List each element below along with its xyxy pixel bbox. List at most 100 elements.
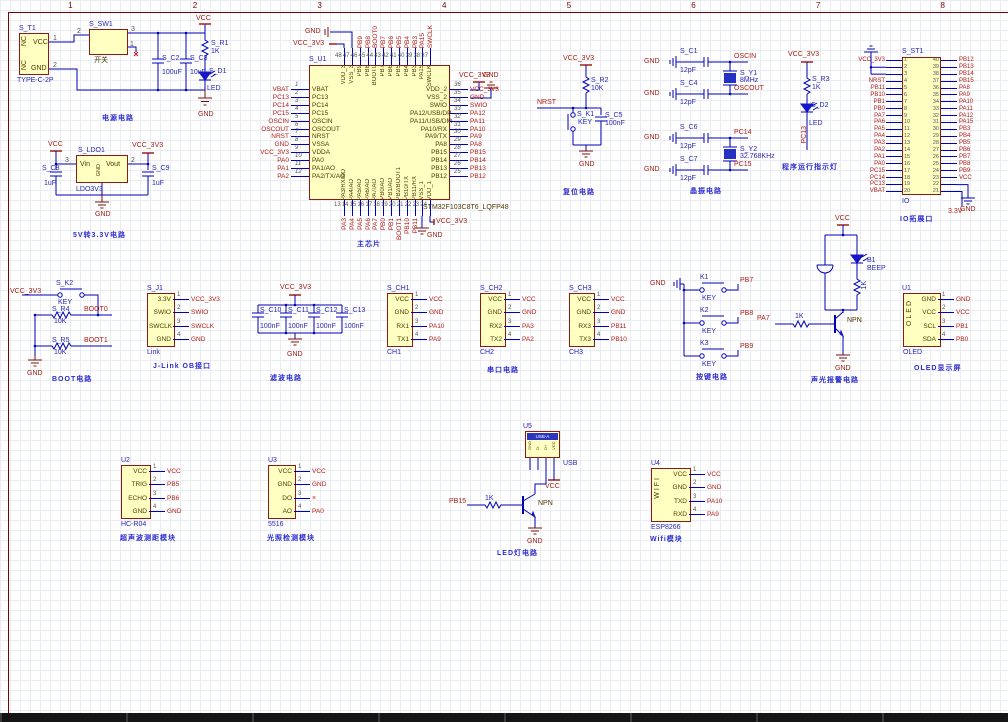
net-label: GND bbox=[429, 309, 444, 317]
component-value: 1K bbox=[485, 495, 494, 502]
pin-row: PA3 13 bbox=[858, 140, 910, 147]
net-label: VCC bbox=[956, 309, 970, 317]
component-value: KEY bbox=[58, 299, 73, 306]
pin-name: GND bbox=[576, 309, 591, 317]
pin-number: 26 bbox=[932, 153, 939, 160]
pin-row: SDA 4 PB0 bbox=[905, 332, 970, 346]
mcu-bottom-pins: PA3/RX/AO 13 PA3 PA4/AO 14 PA4 PA5/AO 15… bbox=[334, 164, 435, 257]
pin-number: 28 bbox=[454, 145, 461, 152]
designator: U4 bbox=[651, 460, 660, 467]
net-label: PA1 bbox=[277, 164, 289, 172]
pin-column: PB2/BOOT1 20 BOOT1 bbox=[389, 164, 404, 257]
pin-number: 35 bbox=[932, 91, 939, 98]
pin-name: PB2/BOOT1 bbox=[395, 166, 402, 200]
pin-row: TXD 3 PA10 bbox=[653, 494, 722, 508]
pin-stub bbox=[941, 108, 957, 110]
pin-name: Vout bbox=[106, 161, 121, 168]
net-label: GND bbox=[522, 309, 537, 317]
pin-name: GND bbox=[921, 296, 936, 304]
pin-name: PB6 bbox=[388, 65, 395, 77]
pin-number: 2 bbox=[53, 62, 57, 69]
pin-column: PB5 41 PB5 bbox=[390, 24, 404, 108]
net-label: PA9 bbox=[429, 336, 441, 344]
pin-number: 15 bbox=[904, 153, 911, 160]
designator: S_C12 bbox=[316, 307, 338, 314]
pin-name: PC13 bbox=[312, 94, 329, 102]
pin-name: RX1 bbox=[396, 322, 409, 330]
component-value: 100nF bbox=[316, 323, 336, 330]
pin-name: BOOT0 bbox=[372, 65, 379, 86]
pin-stub bbox=[886, 66, 902, 68]
net-label: PB7 bbox=[380, 35, 388, 48]
pin-number: 19 bbox=[904, 181, 911, 188]
pin-number: 42 bbox=[382, 53, 389, 59]
pin-number: 3 bbox=[295, 98, 299, 105]
pin-column: PB10/TX 21 PB10 bbox=[397, 164, 412, 257]
pin-row: PC13 19 bbox=[858, 181, 910, 188]
designator: S_CH3 bbox=[569, 285, 592, 292]
pin-number: 34 bbox=[932, 98, 939, 105]
pin-stub bbox=[941, 149, 957, 151]
net-label: PB14 bbox=[470, 157, 486, 165]
pin-stub bbox=[886, 156, 902, 158]
pin-column: PA5/AO 15 PA5 bbox=[350, 164, 365, 257]
pin-number: 4 bbox=[508, 332, 512, 339]
pin-column: PB7 43 PB7 bbox=[374, 24, 388, 108]
pin-name: RX3 bbox=[578, 322, 591, 330]
designator: S_Y1 bbox=[740, 70, 758, 77]
pin-row: SWCLK 3 SWCLK bbox=[149, 319, 220, 333]
designator: S_R1 bbox=[211, 40, 229, 47]
net-label: SWCLK bbox=[427, 24, 435, 48]
pin-stub bbox=[941, 177, 957, 179]
net-label: SWCLK bbox=[191, 322, 215, 330]
pin-number: 36 bbox=[932, 85, 939, 91]
net-label: PA12 bbox=[470, 109, 486, 117]
net-label: PC15 bbox=[734, 161, 752, 168]
net-label: GND bbox=[611, 309, 626, 317]
pin-stub bbox=[941, 183, 957, 185]
pin-name: PB3 bbox=[411, 65, 418, 77]
pin-number: 8 bbox=[295, 137, 299, 144]
pin-number: 7 bbox=[295, 129, 299, 136]
component-value: 10K bbox=[54, 349, 67, 356]
component-value: KEY bbox=[702, 295, 717, 302]
pin-row: 40 PB12 bbox=[929, 57, 975, 64]
pin-stub: 12 bbox=[291, 169, 309, 177]
pin-row: PB1 7 bbox=[858, 98, 910, 105]
power-net-label: GND bbox=[644, 166, 660, 173]
pin-name: VSS_1 bbox=[419, 181, 426, 200]
power-net-label: VCC bbox=[196, 15, 211, 22]
pin-number: 48 bbox=[335, 53, 342, 59]
power-net-label: VCC_3V3 bbox=[10, 288, 42, 295]
pin-number: 5 bbox=[904, 85, 908, 91]
pin-name: PA5/AO bbox=[356, 178, 363, 200]
pin-number: 22 bbox=[932, 181, 939, 188]
pin-number: 38 bbox=[413, 53, 421, 59]
pin-name: GND bbox=[527, 441, 532, 450]
usb-a-header: USB-A bbox=[527, 433, 558, 440]
component-value: 1K bbox=[211, 48, 220, 55]
pin-number: 14 bbox=[341, 202, 349, 208]
serial-ch3-pins: VCC 1 VCC GND 2 GND RX3 3 PB11 TX3 4 PB1… bbox=[571, 292, 627, 346]
net-label: PB10 bbox=[403, 218, 411, 234]
pin-column: PB9 46 PB9 bbox=[351, 24, 365, 108]
component-value: 1K bbox=[812, 84, 821, 91]
pin-row: 39 PB13 bbox=[929, 64, 975, 71]
net-label: PB1 bbox=[873, 98, 885, 105]
pin-stub: 1 bbox=[149, 464, 165, 473]
pin-number: 2 bbox=[153, 477, 157, 484]
pin-name: PA6/AO bbox=[364, 178, 371, 200]
pin-row: PA6 10 bbox=[858, 119, 910, 126]
pin-number: 31 bbox=[454, 121, 461, 128]
net-label: PB7 bbox=[959, 153, 971, 160]
pin-number: 36 bbox=[454, 82, 461, 89]
pin-stub: 6 bbox=[291, 122, 309, 130]
designator: S_LDO1 bbox=[78, 147, 105, 154]
component-value: LED bbox=[809, 120, 823, 127]
net-label: PC15 bbox=[272, 109, 289, 117]
pin-number: 45 bbox=[358, 53, 366, 59]
net-label: PB0 bbox=[956, 336, 969, 344]
power-switch-body[interactable] bbox=[89, 29, 128, 55]
pin-row: PA5 11 bbox=[858, 126, 910, 133]
pin-column: SWCLK 37 SWCLK bbox=[421, 24, 435, 108]
